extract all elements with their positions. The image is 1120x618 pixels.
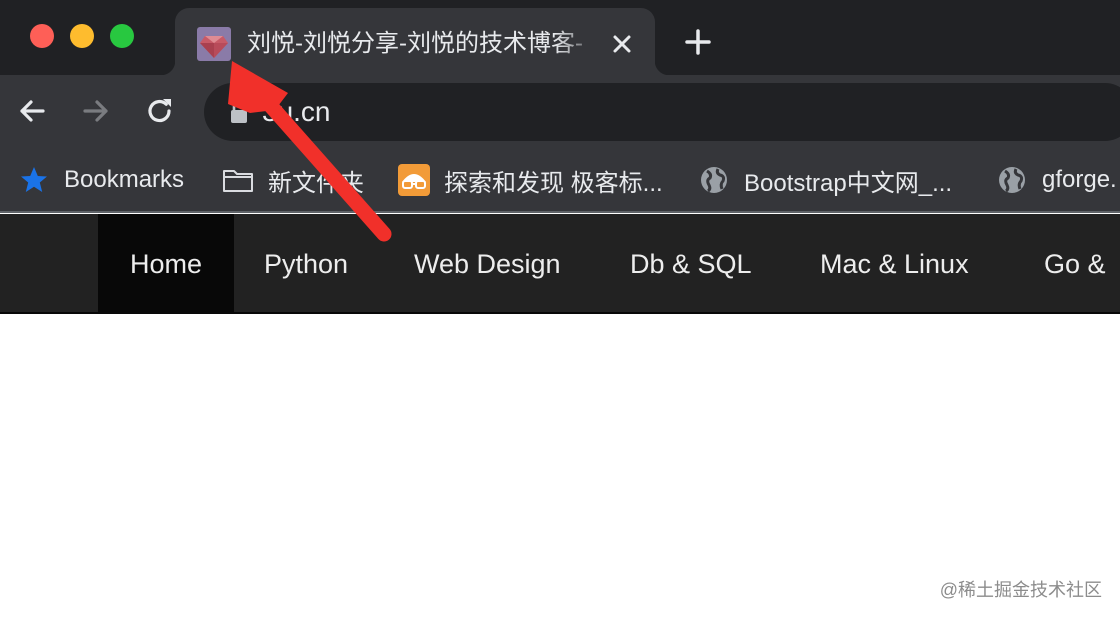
nav-item-db-sql[interactable]: Db & SQL bbox=[630, 214, 752, 314]
bookmark-item-bookmarks[interactable]: Bookmarks bbox=[18, 160, 184, 200]
geek-glasses-icon bbox=[398, 164, 430, 196]
nav-item-web-design[interactable]: Web Design bbox=[414, 214, 561, 314]
nav-item-home[interactable]: Home bbox=[98, 214, 234, 314]
browser-titlebar: 刘悦-刘悦分享-刘悦的技术博客- bbox=[0, 0, 1120, 75]
page-content: @稀土掘金技术社区 bbox=[0, 316, 1120, 618]
bookmark-item-bootstrap[interactable]: Bootstrap中文网_... bbox=[698, 160, 952, 200]
browser-toolbar: 3u.cn bbox=[0, 75, 1120, 148]
nav-item-mac-linux[interactable]: Mac & Linux bbox=[820, 214, 969, 314]
tab-title: 刘悦-刘悦分享-刘悦的技术博客- bbox=[247, 30, 583, 57]
window-close-button[interactable] bbox=[30, 24, 54, 48]
lock-icon[interactable] bbox=[228, 99, 250, 125]
window-minimize-button[interactable] bbox=[70, 24, 94, 48]
window-maximize-button[interactable] bbox=[110, 24, 134, 48]
bookmark-label: Bootstrap中文网_... bbox=[744, 169, 953, 197]
bookmark-label: 探索和发现 极客标... bbox=[444, 169, 663, 197]
reload-icon[interactable] bbox=[140, 91, 180, 131]
globe-icon bbox=[999, 167, 1025, 193]
address-bar[interactable]: 3u.cn bbox=[204, 83, 1120, 141]
bookmarks-bar: Bookmarks 新文件夹 探索和发现 极客标... Bootstrap中文网… bbox=[0, 148, 1120, 213]
bookmark-item-gforge[interactable]: gforge. bbox=[996, 160, 1117, 200]
nav-item-python[interactable]: Python bbox=[264, 214, 348, 314]
new-tab-icon[interactable] bbox=[682, 26, 714, 58]
bookmark-item-new-folder[interactable]: 新文件夹 bbox=[222, 160, 364, 200]
globe-icon bbox=[701, 167, 727, 193]
browser-tab[interactable]: 刘悦-刘悦分享-刘悦的技术博客- bbox=[161, 8, 669, 75]
bookmark-label: gforge. bbox=[1042, 166, 1117, 193]
address-url: 3u.cn bbox=[262, 96, 331, 127]
folder-icon bbox=[223, 170, 253, 192]
nav-item-go[interactable]: Go & bbox=[1044, 214, 1106, 314]
tab-title-fade bbox=[555, 22, 601, 62]
bookmark-item-geek[interactable]: 探索和发现 极客标... bbox=[398, 160, 663, 200]
bookmark-label: Bookmarks bbox=[64, 166, 185, 193]
bookmark-label: 新文件夹 bbox=[268, 169, 364, 197]
watermark: @稀土掘金技术社区 bbox=[939, 580, 1102, 600]
back-arrow-icon[interactable] bbox=[12, 91, 52, 131]
site-navbar: Home Python Web Design Db & SQL Mac & Li… bbox=[0, 214, 1120, 314]
ruby-gem-icon bbox=[197, 27, 231, 61]
close-tab-icon[interactable] bbox=[608, 30, 636, 58]
star-icon bbox=[21, 167, 47, 192]
forward-arrow-icon[interactable] bbox=[76, 91, 116, 131]
